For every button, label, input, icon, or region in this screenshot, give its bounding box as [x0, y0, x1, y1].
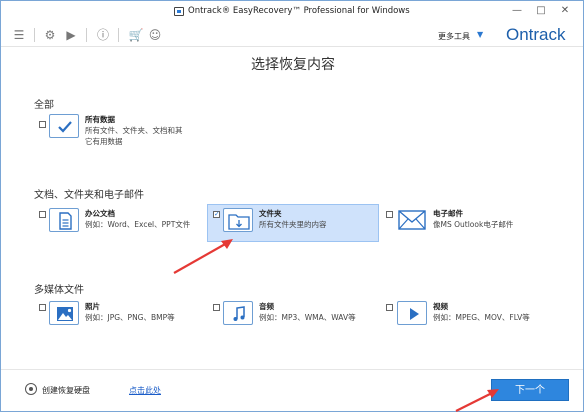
play-icon[interactable]: [397, 301, 427, 325]
email-checkbox[interactable]: [386, 211, 393, 218]
toolbar-divider: [34, 28, 35, 42]
folder-title: 文件夹: [259, 209, 282, 218]
email-title: 电子邮件: [433, 209, 463, 218]
gear-icon[interactable]: ⚙: [42, 27, 58, 43]
menu-icon[interactable]: ☰: [11, 27, 27, 43]
audio-title: 音频: [259, 302, 274, 311]
mail-icon[interactable]: [397, 208, 427, 232]
toolbar-divider: [86, 28, 87, 42]
click-here-link[interactable]: 点击此处: [129, 385, 161, 396]
folder-icon[interactable]: [223, 208, 253, 232]
more-tools-menu[interactable]: 更多工具: [438, 31, 470, 42]
image-icon[interactable]: [49, 301, 79, 325]
all-data-desc: 所有文件、文件夹、文档和其: [85, 126, 183, 135]
folder-checkbox[interactable]: ✓: [213, 211, 220, 218]
all-data-checkbox[interactable]: [39, 121, 46, 128]
office-docs-desc: 例如：Word、Excel、PPT文件: [85, 220, 191, 229]
brand-logo: Ontrack: [506, 25, 566, 44]
section-docs-label: 文档、文件夹和电子邮件: [34, 190, 144, 201]
disk-icon[interactable]: [25, 383, 37, 395]
audio-desc: 例如：MP3、WMA、WAV等: [259, 313, 356, 322]
office-docs-title: 办公文档: [85, 209, 115, 218]
page-title: 选择恢复内容: [251, 57, 335, 73]
minimize-icon[interactable]: —: [510, 4, 524, 18]
email-desc: 像MS Outlook电子邮件: [433, 220, 514, 229]
all-data-title: 所有数据: [85, 115, 115, 124]
section-all-label: 全部: [34, 100, 54, 111]
arrow-to-folder: [173, 239, 233, 274]
next-button[interactable]: 下一个: [491, 379, 569, 401]
maximize-icon[interactable]: □: [534, 4, 548, 18]
folder-desc: 所有文件夹里的内容: [259, 220, 327, 229]
video-title: 视频: [433, 302, 448, 311]
music-note-icon[interactable]: [223, 301, 253, 325]
checkmark-icon[interactable]: [49, 114, 79, 138]
document-icon[interactable]: [49, 208, 79, 232]
office-docs-checkbox[interactable]: [39, 211, 46, 218]
video-checkbox[interactable]: [386, 304, 393, 311]
chevron-down-icon[interactable]: ▼: [477, 30, 483, 39]
photo-desc: 例如：JPG、PNG、BMP等: [85, 313, 175, 322]
info-icon[interactable]: ⓘ: [95, 27, 111, 43]
footer-divider: [1, 369, 583, 370]
toolbar-divider: [118, 28, 119, 42]
all-data-desc-2: 它有用数据: [85, 137, 123, 146]
photo-title: 照片: [85, 302, 100, 311]
toolbar: ☰ ⚙ ▶ ⓘ 🛒 ☺ 更多工具 ▼ Ontrack: [1, 23, 583, 47]
create-recovery-disk-label[interactable]: 创建恢复硬盘: [42, 385, 90, 396]
photo-checkbox[interactable]: [39, 304, 46, 311]
window-title: Ontrack® EasyRecovery™ Professional for …: [188, 6, 410, 16]
app-icon: [174, 7, 184, 16]
section-media-label: 多媒体文件: [34, 285, 84, 296]
cart-icon[interactable]: 🛒: [128, 27, 144, 43]
app-window: Ontrack® EasyRecovery™ Professional for …: [0, 0, 584, 412]
close-icon[interactable]: ✕: [558, 4, 572, 18]
title-bar: Ontrack® EasyRecovery™ Professional for …: [1, 1, 583, 23]
video-desc: 例如：MPEG、MOV、FLV等: [433, 313, 530, 322]
history-icon[interactable]: ▶: [63, 27, 79, 43]
audio-checkbox[interactable]: [213, 304, 220, 311]
account-icon[interactable]: ☺: [147, 27, 163, 43]
